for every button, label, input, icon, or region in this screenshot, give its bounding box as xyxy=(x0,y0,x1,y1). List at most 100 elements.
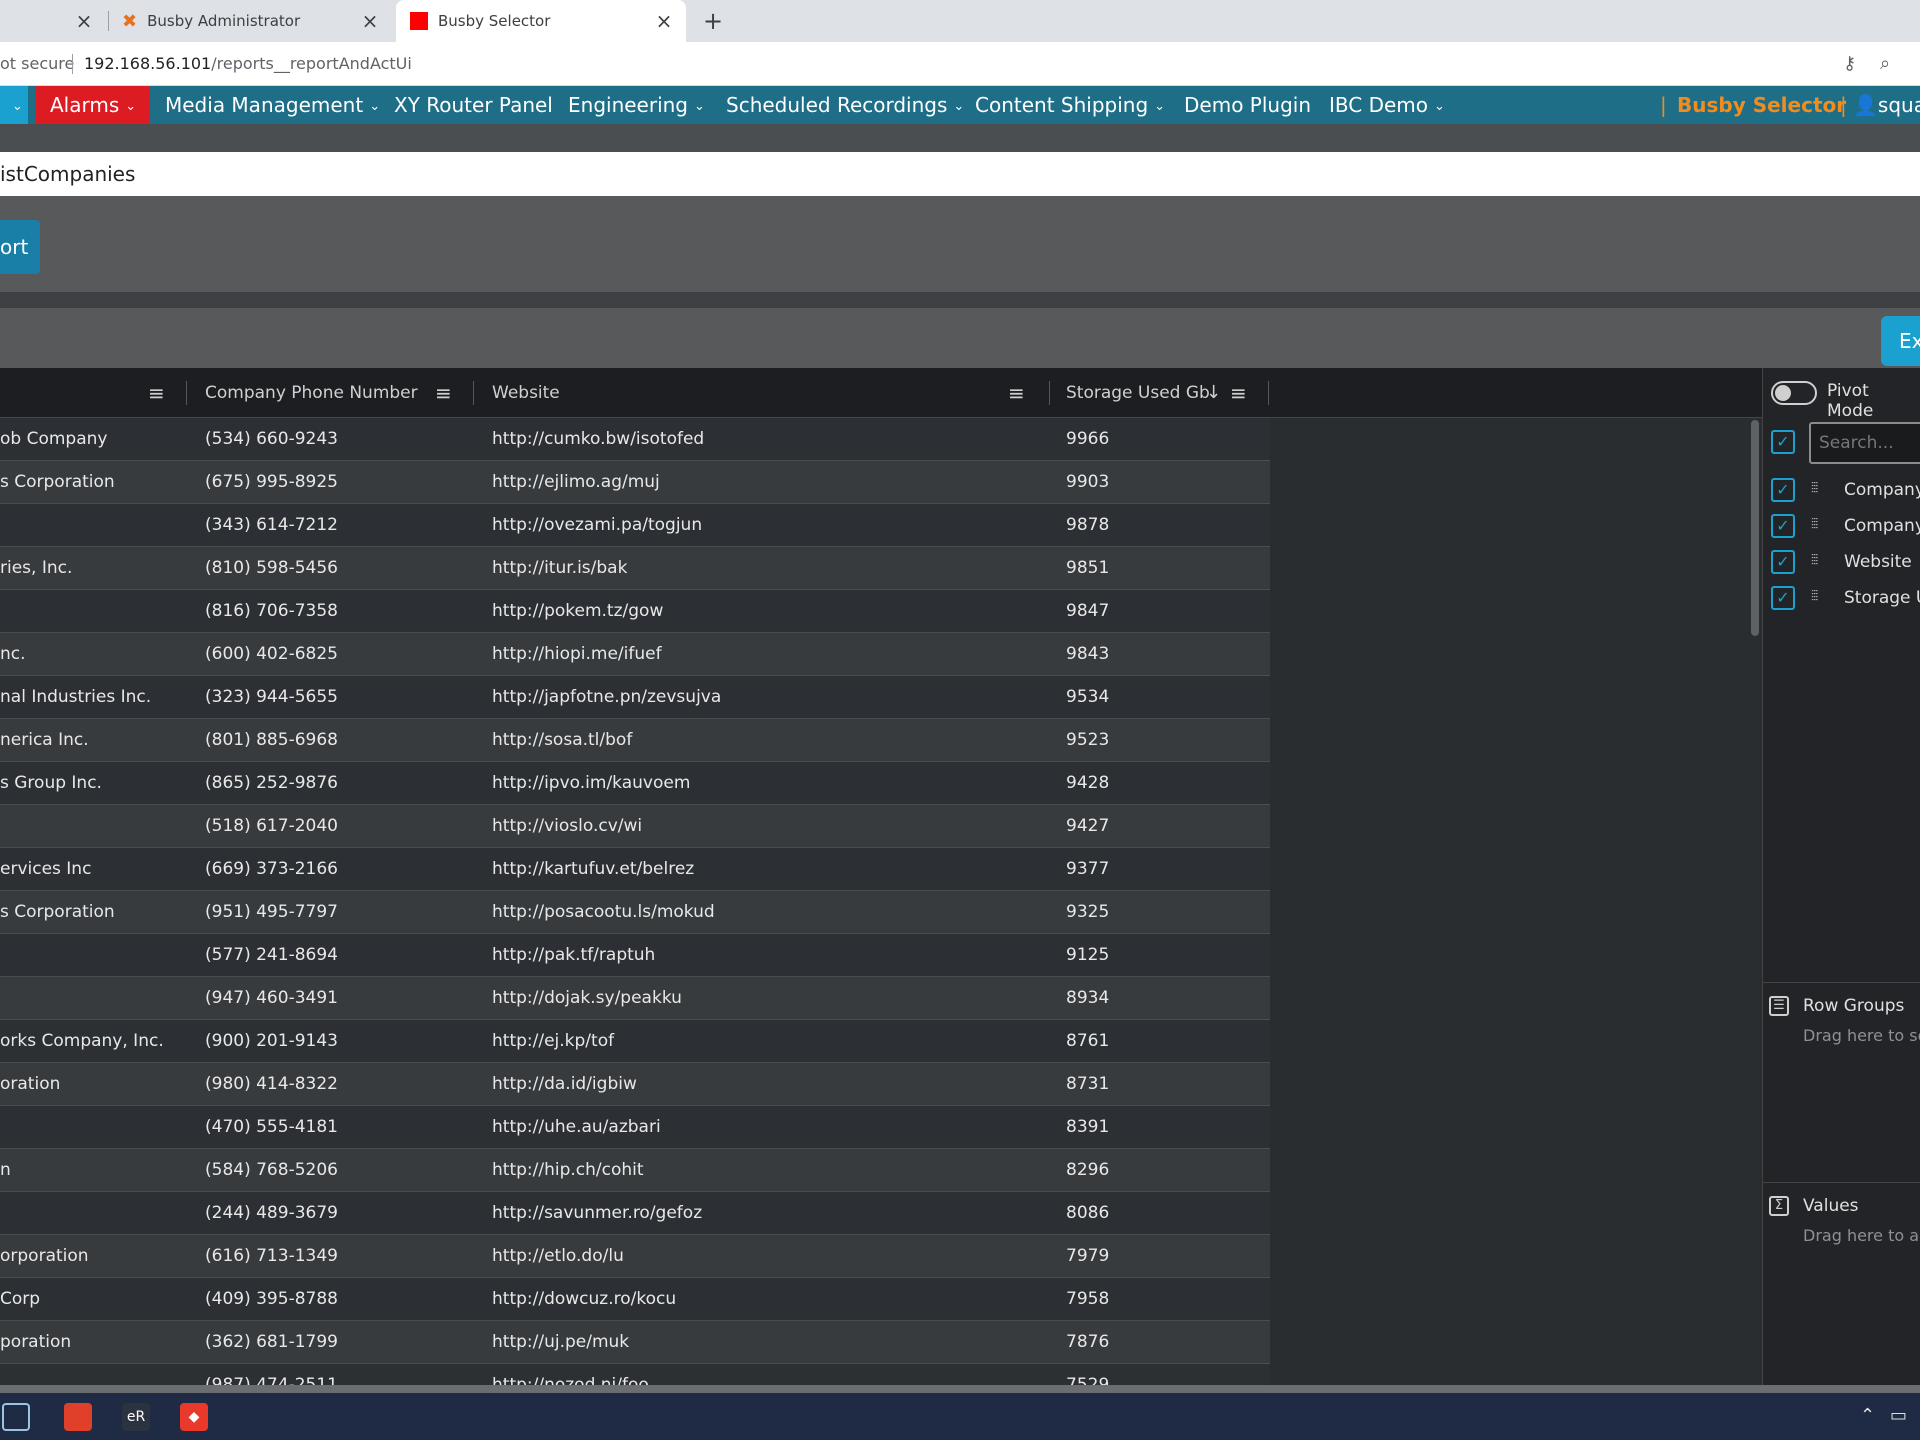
sort-descending-icon[interactable]: ↓ xyxy=(1206,368,1221,418)
horizontal-scrollbar[interactable] xyxy=(0,1385,1920,1393)
cell-phone[interactable]: (534) 660-9243 xyxy=(205,418,475,461)
tray-icon[interactable]: ▭ xyxy=(1890,1405,1907,1426)
cell-phone[interactable]: (244) 489-3679 xyxy=(205,1192,475,1235)
cell-website[interactable]: http://japfotne.pn/zevsujva xyxy=(492,676,1047,719)
table-row[interactable]: s Corporation (951) 495-7797 http://posaco… xyxy=(0,891,1270,934)
cell-company[interactable]: Corp xyxy=(0,1278,180,1321)
cell-phone[interactable]: (801) 885-6968 xyxy=(205,719,475,762)
cell-storage[interactable]: 8934 xyxy=(1066,977,1266,1020)
address-bar[interactable]: ot secure 192.168.56.101/reports__report… xyxy=(0,42,1920,86)
cell-storage[interactable]: 8391 xyxy=(1066,1106,1266,1149)
table-row[interactable]: (518) 617-2040 http://vioslo.cv/wi 9427 xyxy=(0,805,1270,848)
column-item-storage[interactable]: ✓ ⦙⦙⦙ Storage U xyxy=(1763,584,1920,614)
cell-storage[interactable]: 9843 xyxy=(1066,633,1266,676)
table-row[interactable]: (987) 474-2511 http://nozod.ni/foo 7529 xyxy=(0,1364,1270,1385)
nav-demo-plugin[interactable]: Demo Plugin xyxy=(1184,86,1311,124)
column-item-company-phone[interactable]: ✓ ⦙⦙⦙ Company xyxy=(1763,512,1920,542)
column-checkbox[interactable]: ✓ xyxy=(1771,478,1795,502)
cell-phone[interactable]: (900) 201-9143 xyxy=(205,1020,475,1063)
table-row[interactable]: nal Industries Inc. (323) 944-5655 http://… xyxy=(0,676,1270,719)
nav-engineering[interactable]: Engineering ⌄ xyxy=(568,86,705,124)
cell-company[interactable]: poration xyxy=(0,1321,180,1364)
browser-tab-1[interactable]: × xyxy=(0,0,106,42)
table-row[interactable]: nc. (600) 402-6825 http://hiopi.me/ifuef 98… xyxy=(0,633,1270,676)
app-icon-r[interactable]: eR xyxy=(122,1403,150,1431)
cell-website[interactable]: http://sosa.tl/bof xyxy=(492,719,1047,762)
cell-website[interactable]: http://ovezami.pa/togjun xyxy=(492,504,1047,547)
cell-website[interactable]: http://da.id/igbiw xyxy=(492,1063,1047,1106)
table-row[interactable]: s Corporation (675) 995-8925 http://ejlimo… xyxy=(0,461,1270,504)
cell-company[interactable]: nc. xyxy=(0,633,180,676)
nav-xy-router-panel[interactable]: XY Router Panel xyxy=(394,86,553,124)
cell-phone[interactable]: (987) 474-2511 xyxy=(205,1364,475,1385)
cell-storage[interactable]: 9851 xyxy=(1066,547,1266,590)
cell-website[interactable]: http://savunmer.ro/gefoz xyxy=(492,1192,1047,1235)
cell-company[interactable]: orks Company, Inc. xyxy=(0,1020,180,1063)
cell-storage[interactable]: 9325 xyxy=(1066,891,1266,934)
cell-phone[interactable]: (810) 598-5456 xyxy=(205,547,475,590)
cell-website[interactable]: http://cumko.bw/isotofed xyxy=(492,418,1047,461)
browser-tab-busby-administrator[interactable]: ✖ Busby Administrator × xyxy=(112,0,392,42)
cell-storage[interactable]: 9847 xyxy=(1066,590,1266,633)
cell-storage[interactable]: 9966 xyxy=(1066,418,1266,461)
cell-company[interactable] xyxy=(0,1364,180,1385)
table-row[interactable]: ob Company (534) 660-9243 http://cumko.bw/… xyxy=(0,418,1270,461)
cell-website[interactable]: http://posacootu.ls/mokud xyxy=(492,891,1047,934)
cell-phone[interactable]: (518) 617-2040 xyxy=(205,805,475,848)
cell-company[interactable]: orporation xyxy=(0,1235,180,1278)
cell-phone[interactable]: (577) 241-8694 xyxy=(205,934,475,977)
cell-phone[interactable]: (343) 614-7212 xyxy=(205,504,475,547)
select-all-checkbox[interactable]: ✓ xyxy=(1771,430,1795,454)
cell-phone[interactable]: (865) 252-9876 xyxy=(205,762,475,805)
cell-phone[interactable]: (584) 768-5206 xyxy=(205,1149,475,1192)
cell-website[interactable]: http://hiopi.me/ifuef xyxy=(492,633,1047,676)
cell-storage[interactable]: 9125 xyxy=(1066,934,1266,977)
column-item-website[interactable]: ✓ ⦙⦙⦙ Website xyxy=(1763,548,1920,578)
cell-phone[interactable]: (362) 681-1799 xyxy=(205,1321,475,1364)
cell-phone[interactable]: (409) 395-8788 xyxy=(205,1278,475,1321)
cell-website[interactable]: http://nozod.ni/foo xyxy=(492,1364,1047,1385)
cell-storage[interactable]: 9377 xyxy=(1066,848,1266,891)
cell-company[interactable]: ervices Inc xyxy=(0,848,180,891)
column-header-website[interactable]: Website xyxy=(492,368,560,418)
cell-company[interactable] xyxy=(0,1106,180,1149)
user-menu[interactable]: 👤squar xyxy=(1853,86,1920,124)
new-tab-button[interactable]: + xyxy=(698,6,728,36)
cell-company[interactable]: s Corporation xyxy=(0,461,180,504)
cell-storage[interactable]: 9903 xyxy=(1066,461,1266,504)
cell-website[interactable]: http://ej.kp/tof xyxy=(492,1020,1047,1063)
column-checkbox[interactable]: ✓ xyxy=(1771,514,1795,538)
row-groups-drop-zone[interactable]: Drag here to set xyxy=(1803,1026,1920,1045)
drag-handle-icon[interactable]: ⦙⦙⦙ xyxy=(1811,516,1818,532)
drag-handle-icon[interactable]: ⦙⦙⦙ xyxy=(1811,480,1818,496)
cell-company[interactable]: n xyxy=(0,1149,180,1192)
cell-storage[interactable]: 8296 xyxy=(1066,1149,1266,1192)
cell-phone[interactable]: (600) 402-6825 xyxy=(205,633,475,676)
column-separator[interactable] xyxy=(1049,381,1050,405)
cell-storage[interactable]: 9427 xyxy=(1066,805,1266,848)
cell-phone[interactable]: (980) 414-8322 xyxy=(205,1063,475,1106)
app-icon-red[interactable] xyxy=(64,1403,92,1431)
table-row[interactable]: ervices Inc (669) 373-2166 http://kartufuv… xyxy=(0,848,1270,891)
cell-company[interactable]: oration xyxy=(0,1063,180,1106)
cell-company[interactable] xyxy=(0,590,180,633)
chevron-up-icon[interactable]: ⌃ xyxy=(1860,1405,1875,1426)
column-header-storage[interactable]: Storage Used Gb xyxy=(1066,368,1210,418)
cell-phone[interactable]: (951) 495-7797 xyxy=(205,891,475,934)
column-separator[interactable] xyxy=(1268,381,1269,405)
column-checkbox[interactable]: ✓ xyxy=(1771,586,1795,610)
cell-website[interactable]: http://vioslo.cv/wi xyxy=(492,805,1047,848)
cell-website[interactable]: http://ipvo.im/kauvoem xyxy=(492,762,1047,805)
table-row[interactable]: n (584) 768-5206 http://hip.ch/cohit 8296 xyxy=(0,1149,1270,1192)
cell-storage[interactable]: 8086 xyxy=(1066,1192,1266,1235)
table-row[interactable]: orks Company, Inc. (900) 201-9143 http://e… xyxy=(0,1020,1270,1063)
cell-phone[interactable]: (669) 373-2166 xyxy=(205,848,475,891)
cell-storage[interactable]: 7529 xyxy=(1066,1364,1266,1385)
zoom-icon[interactable]: ⌕ xyxy=(1880,53,1890,74)
cell-storage[interactable]: 9428 xyxy=(1066,762,1266,805)
cell-company[interactable]: nal Industries Inc. xyxy=(0,676,180,719)
table-row[interactable]: (816) 706-7358 http://pokem.tz/gow 9847 xyxy=(0,590,1270,633)
cell-website[interactable]: http://dojak.sy/peakku xyxy=(492,977,1047,1020)
cell-phone[interactable]: (816) 706-7358 xyxy=(205,590,475,633)
column-header-company[interactable] xyxy=(0,368,140,418)
